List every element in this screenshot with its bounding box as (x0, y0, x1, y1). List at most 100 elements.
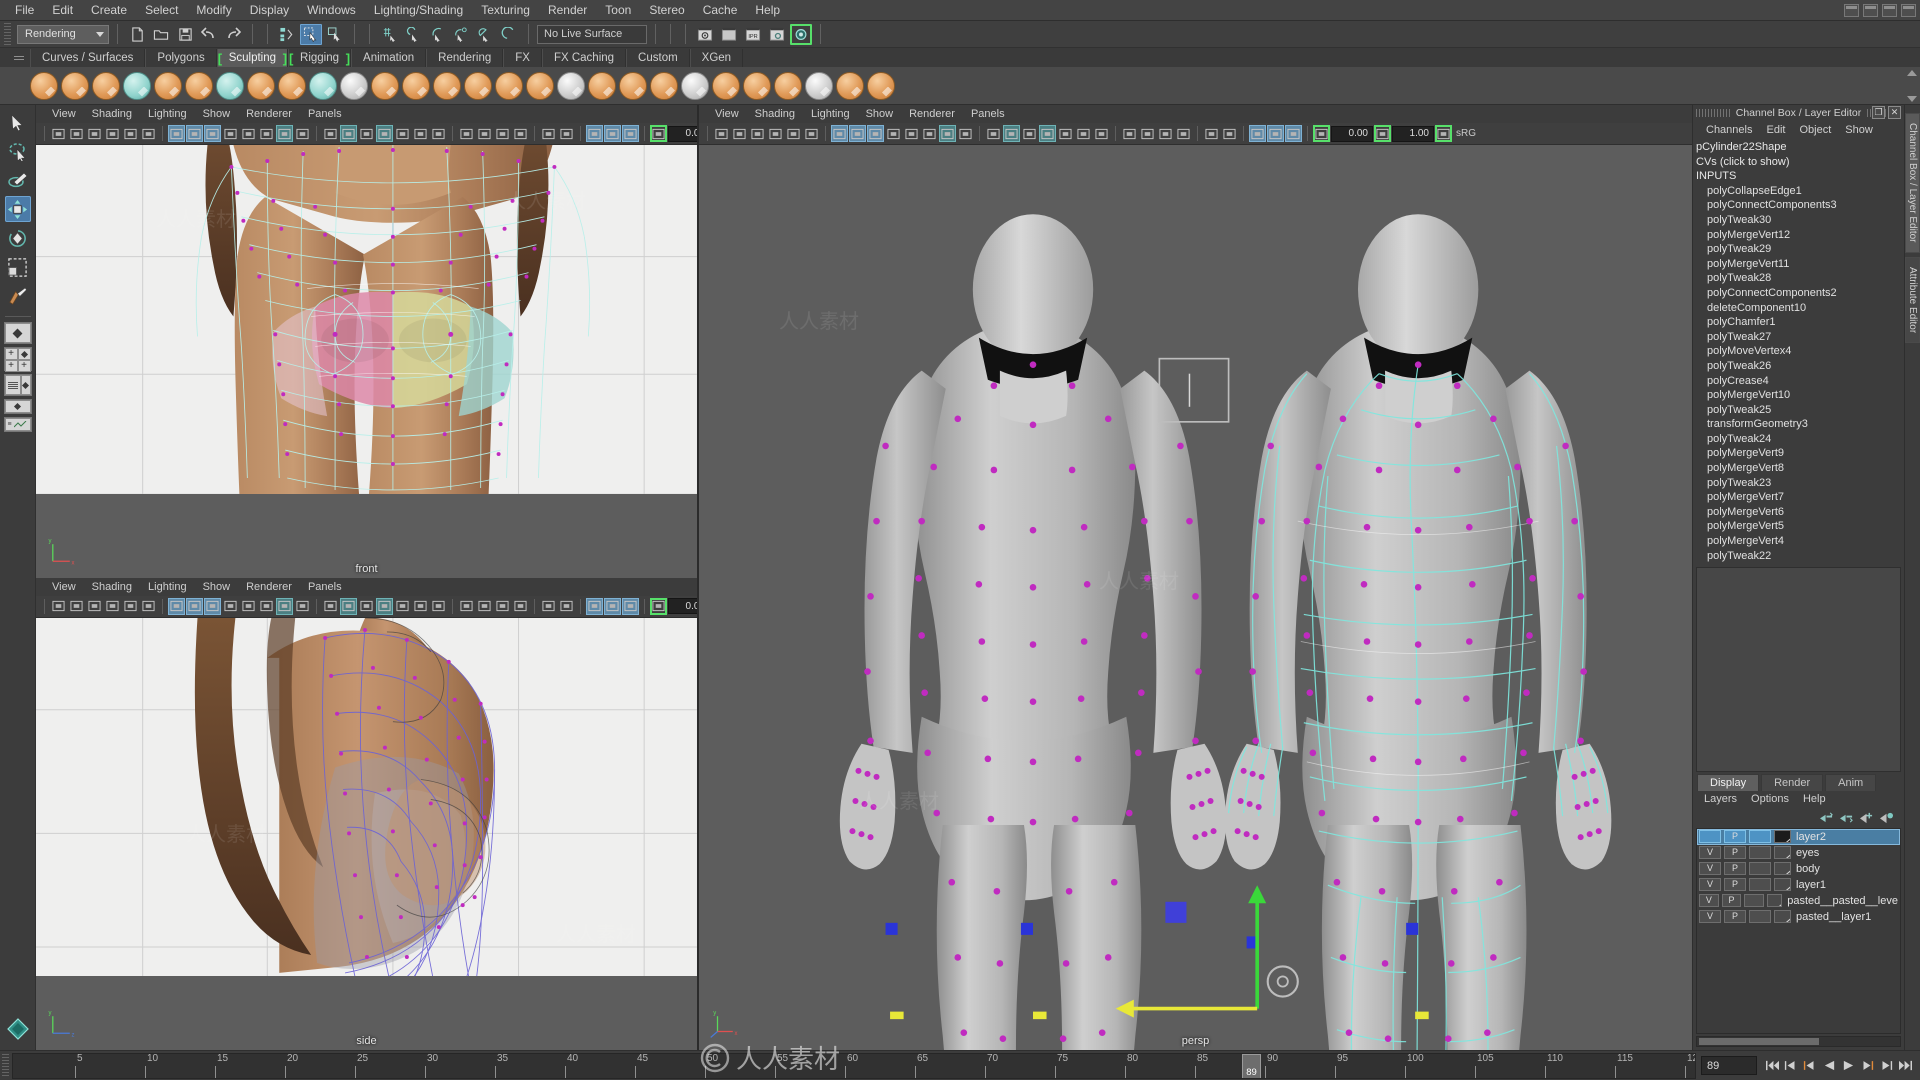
channelbox-input-node[interactable]: polyMergeVert11 (1693, 257, 1904, 272)
four-view-layout[interactable]: + + + (3, 347, 32, 372)
grease-pencil-icon[interactable] (104, 598, 121, 615)
shelf-icon-2[interactable] (836, 71, 864, 100)
shade-wireframe-icon[interactable] (1021, 125, 1038, 142)
channelbox-menu-object[interactable]: Object (1792, 123, 1838, 137)
smooth-shade-icon[interactable] (1003, 125, 1020, 142)
grid-toggle-icon[interactable] (168, 125, 185, 142)
shelf-icon-3[interactable] (805, 71, 833, 100)
side-menu-show[interactable]: Show (195, 580, 239, 594)
channelbox-input-node[interactable]: polyMergeVert6 (1693, 505, 1904, 520)
menu-create[interactable]: Create (82, 1, 136, 19)
camera-attributes-icon[interactable] (50, 125, 67, 142)
layer-playback-toggle[interactable]: P (1721, 894, 1742, 907)
shelf-icon-28[interactable] (30, 71, 58, 100)
isolate-select-icon[interactable] (540, 125, 557, 142)
outliner-persp-layout[interactable] (3, 374, 32, 396)
wireframe-icon[interactable] (322, 125, 339, 142)
layer-move-down-icon[interactable] (1839, 811, 1854, 824)
gate-mask-icon[interactable] (222, 598, 239, 615)
ipr-render-icon[interactable]: IPR (742, 24, 764, 45)
multisample-icon[interactable] (476, 125, 493, 142)
image-plane-icon[interactable] (86, 125, 103, 142)
layer-playback-toggle[interactable]: P (1724, 862, 1746, 875)
new-scene-icon[interactable] (126, 24, 148, 45)
shelf-icon-18[interactable] (340, 71, 368, 100)
step-back-frame-icon[interactable] (1801, 1056, 1819, 1076)
shelf-icon-21[interactable] (247, 71, 275, 100)
film-origin-icon[interactable] (240, 598, 257, 615)
restore-button[interactable] (1863, 4, 1878, 17)
exposure-field[interactable]: 0.00 (668, 125, 697, 142)
layer-row[interactable]: VP· layer1 (1697, 877, 1900, 893)
camera-bookmark-icon[interactable] (68, 125, 85, 142)
layer-row[interactable]: VP· pasted__pasted__level_0 (1697, 893, 1900, 909)
layer-visibility-toggle[interactable] (1699, 830, 1721, 843)
single-perspective-view-layout[interactable] (3, 322, 32, 344)
side-menu-shading[interactable]: Shading (84, 580, 140, 594)
shelf-tab-rendering[interactable]: Rendering (426, 49, 504, 67)
persp-menu-panels[interactable]: Panels (963, 107, 1013, 121)
channelbox-menu-channels[interactable]: Channels (1699, 123, 1759, 137)
persp-menu-shading[interactable]: Shading (747, 107, 803, 121)
xray-select-icon[interactable] (1221, 125, 1238, 142)
shelf-tab-xgen[interactable]: XGen (689, 49, 744, 67)
face-display-icon[interactable] (622, 597, 639, 615)
menu-file[interactable]: File (6, 1, 43, 19)
texture-toggle-icon[interactable] (957, 125, 974, 142)
xray-joints-icon[interactable] (939, 125, 956, 142)
menu-render[interactable]: Render (539, 1, 596, 19)
edge-display-icon[interactable] (1267, 125, 1284, 142)
layer-visibility-toggle[interactable]: V (1699, 862, 1721, 875)
side-menu-panels[interactable]: Panels (300, 580, 350, 594)
vertex-display-icon[interactable] (1249, 125, 1266, 142)
channelbox-input-node[interactable]: polyTweak25 (1693, 403, 1904, 418)
channelbox-input-node[interactable]: polyTweak30 (1693, 213, 1904, 228)
ik-handle-icon[interactable] (122, 598, 139, 615)
depth-of-field-icon[interactable] (494, 125, 511, 142)
color-management-icon[interactable] (1313, 125, 1330, 142)
channelbox-input-node[interactable]: polyMergeVert12 (1693, 228, 1904, 243)
shelf-icon-7[interactable] (681, 71, 709, 100)
film-gate-icon[interactable] (186, 125, 203, 142)
vertical-tab-attribute-editor[interactable]: Attribute Editor (1905, 256, 1920, 343)
channelbox-input-node[interactable]: polyMoveVertex4 (1693, 344, 1904, 359)
side-viewport-canvas[interactable]: y z side 人人素材 人人素材 (36, 617, 697, 1050)
edge-display-icon[interactable] (604, 597, 621, 615)
render-settings-icon[interactable] (766, 24, 788, 45)
menu-lighting-shading[interactable]: Lighting/Shading (365, 1, 472, 19)
shadows-icon[interactable] (412, 598, 429, 615)
last-tool-used[interactable] (5, 283, 31, 309)
statusline-grip[interactable] (4, 23, 11, 45)
xray-joints-icon[interactable] (276, 597, 293, 615)
multisample-icon[interactable] (1139, 125, 1156, 142)
shelf-icon-15[interactable] (433, 71, 461, 100)
smooth-shade-icon[interactable] (340, 125, 357, 142)
tab-display[interactable]: Display (1697, 773, 1760, 791)
make-live-icon[interactable] (474, 24, 496, 45)
new-layer-icon[interactable] (1859, 811, 1874, 824)
layer-playback-toggle[interactable]: P (1724, 878, 1746, 891)
screen-space-ao-icon[interactable] (1093, 125, 1110, 142)
layer-color-swatch[interactable] (1774, 862, 1791, 875)
shelf-icon-6[interactable] (712, 71, 740, 100)
channelbox-input-node[interactable]: polyMergeVert10 (1693, 388, 1904, 403)
shelf-icon-22[interactable] (216, 71, 244, 100)
display-layer-list[interactable]: P·layer2VP·eyesVP·bodyVP·layer1VP·pasted… (1696, 827, 1901, 1034)
shelf-tab-custom[interactable]: Custom (626, 49, 690, 67)
redo-icon[interactable] (222, 24, 244, 45)
layer-color-swatch[interactable] (1774, 878, 1791, 891)
grid-toggle-icon[interactable] (168, 597, 185, 615)
snap-projected-center-icon[interactable] (450, 24, 472, 45)
paint-effects-icon[interactable] (5, 1016, 31, 1042)
gamma-field[interactable]: 1.00 (1392, 125, 1434, 142)
play-backwards-icon[interactable] (1820, 1056, 1838, 1076)
shelf-icon-14[interactable] (464, 71, 492, 100)
shelf-icon-11[interactable] (557, 71, 585, 100)
image-plane-icon[interactable] (749, 125, 766, 142)
channelbox-input-node[interactable]: polyTweak24 (1693, 432, 1904, 447)
select-object-icon[interactable] (300, 23, 322, 45)
depth-of-field-icon[interactable] (1157, 125, 1174, 142)
front-menu-panels[interactable]: Panels (300, 107, 350, 121)
shelf-tab-fx[interactable]: FX (503, 49, 542, 67)
shelf-icon-13[interactable] (495, 71, 523, 100)
